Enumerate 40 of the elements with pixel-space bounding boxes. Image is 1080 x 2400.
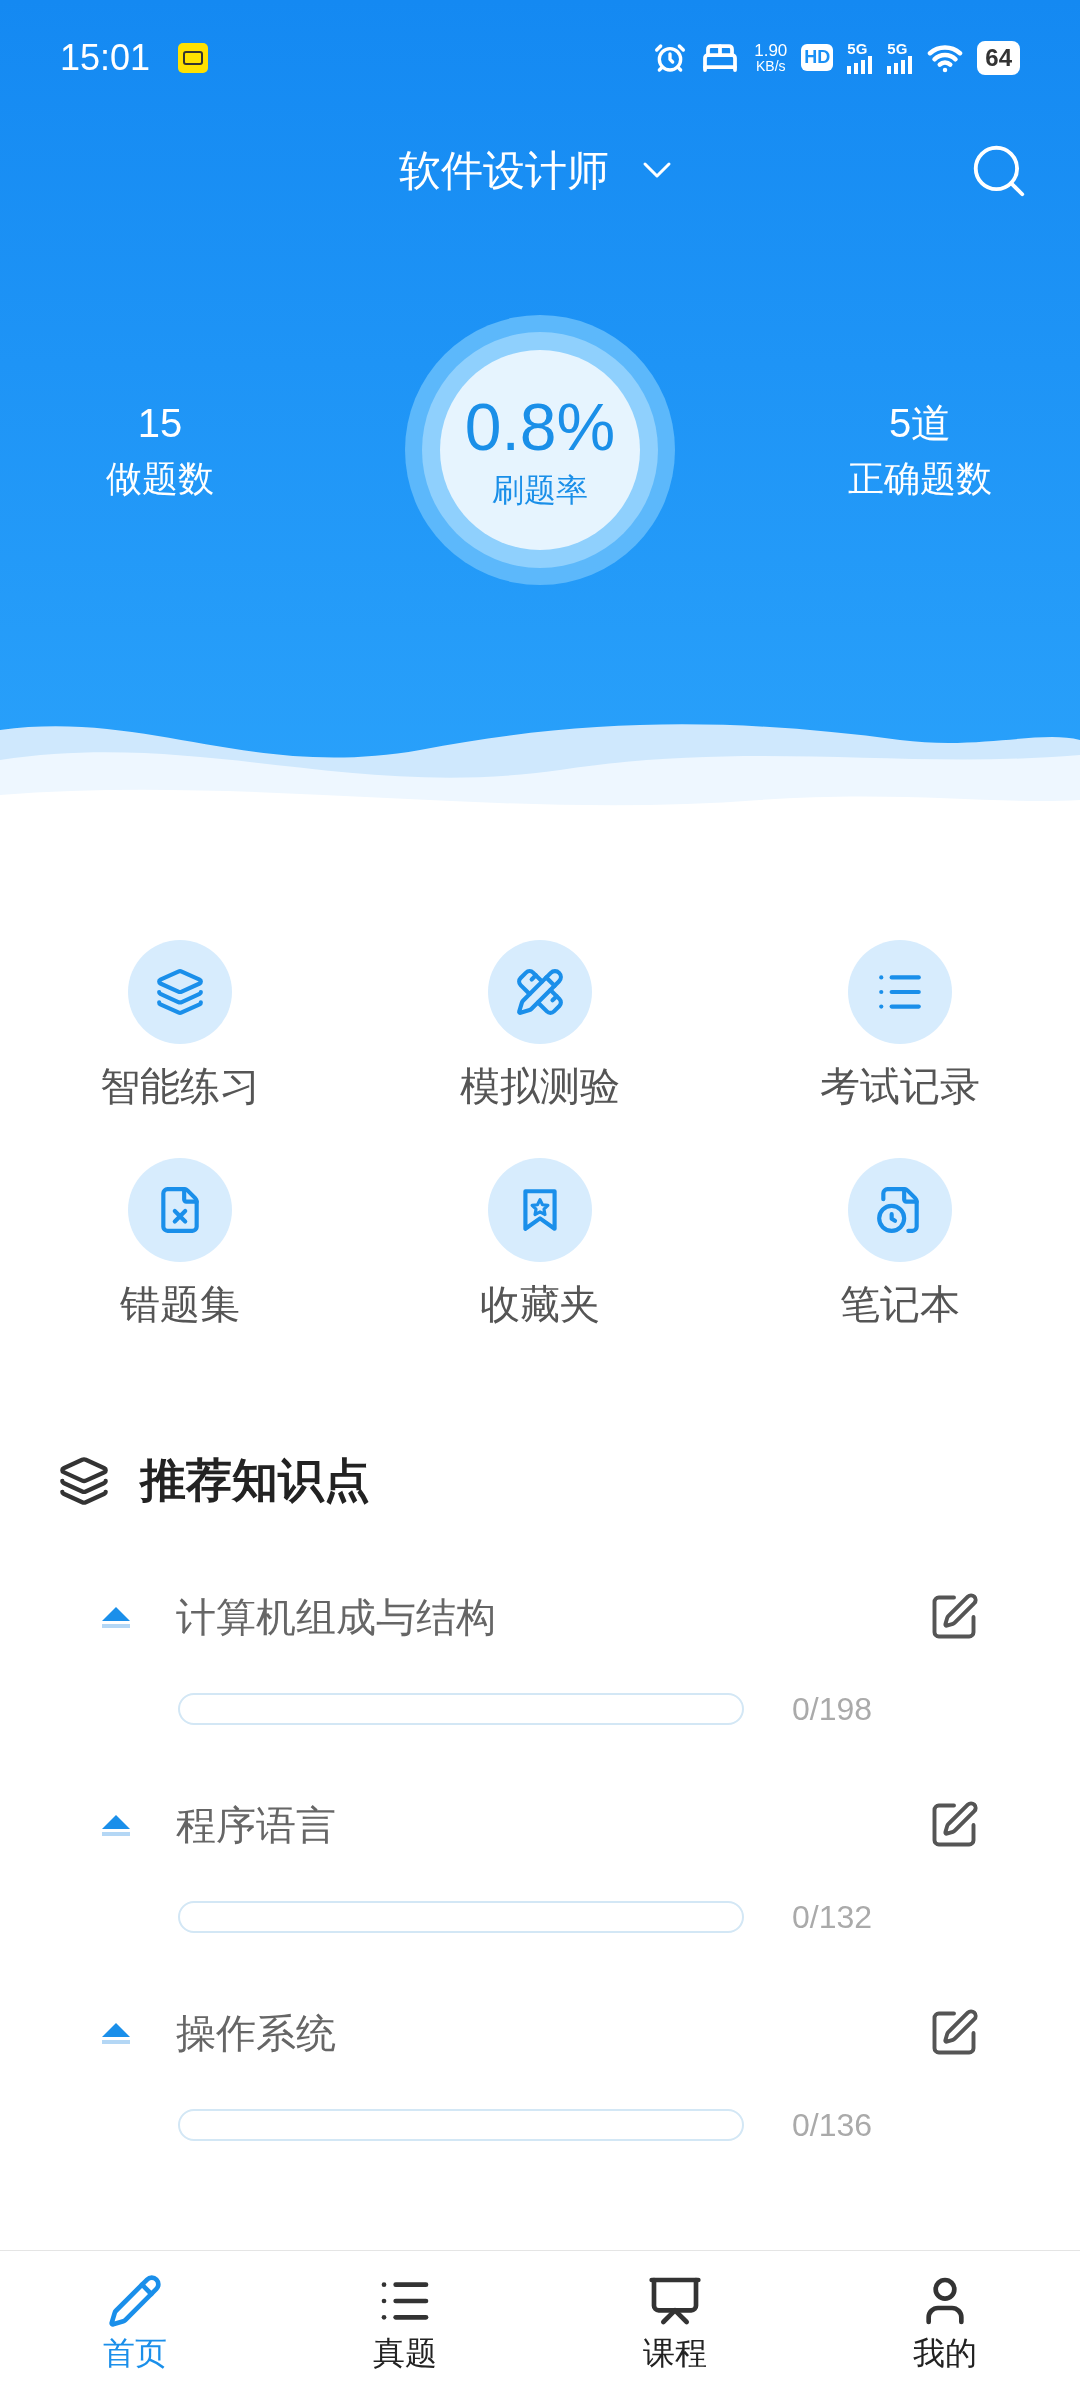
progress-count: 0/136 (792, 2106, 873, 2145)
topic-title: 操作系统 (176, 2010, 337, 2057)
shortcut-button[interactable]: 考试记录 (720, 940, 1080, 1106)
progress-count: 0/132 (792, 1898, 873, 1937)
stat-value: 15 (137, 403, 183, 443)
stat-label: 正确题数 (848, 461, 992, 497)
rate-label: 刷题率 (492, 474, 588, 506)
shortcut-button[interactable]: 智能练习 (0, 940, 360, 1106)
shortcut-button[interactable]: 错题集 (0, 1158, 360, 1324)
app-notification-icon (178, 42, 209, 73)
status-time: 15:01 (60, 35, 151, 80)
network-speed: 1.90 (754, 42, 788, 59)
rate-value: 0.8% (464, 394, 616, 460)
hd-badge: HD (801, 44, 834, 71)
pencil-ruler-icon (515, 967, 565, 1017)
network-type: 5G (847, 41, 868, 56)
nav-tab[interactable]: 我的 (810, 2251, 1080, 2400)
signal-icon (847, 56, 874, 74)
expand-triangle-icon (100, 2021, 132, 2045)
expand-triangle-icon (100, 1813, 132, 1837)
shortcut-button[interactable]: 模拟测验 (360, 940, 720, 1106)
stat-label: 做题数 (106, 461, 214, 497)
nav-tab[interactable]: 课程 (540, 2251, 810, 2400)
topic-title: 程序语言 (176, 1802, 337, 1849)
layers-icon (155, 967, 205, 1017)
stat-value: 5道 (888, 403, 952, 443)
topic-title: 计算机组成与结构 (176, 1594, 497, 1641)
shortcut-button[interactable]: 收藏夹 (360, 1158, 720, 1324)
alarm-icon (654, 41, 687, 74)
network-type: 5G (887, 41, 908, 56)
pencil-icon (107, 2273, 163, 2329)
battery-indicator: 64 (977, 40, 1020, 75)
shortcut-button[interactable]: 笔记本 (720, 1158, 1080, 1324)
layers-icon (58, 1454, 110, 1507)
expand-triangle-icon (100, 1605, 132, 1629)
section-title: 推荐知识点 (140, 1453, 370, 1508)
progress-count: 0/198 (792, 1690, 873, 1729)
network-speed-unit: KB/s (755, 59, 786, 73)
nav-tab[interactable]: 真题 (270, 2251, 540, 2400)
signal-icon (887, 56, 914, 74)
